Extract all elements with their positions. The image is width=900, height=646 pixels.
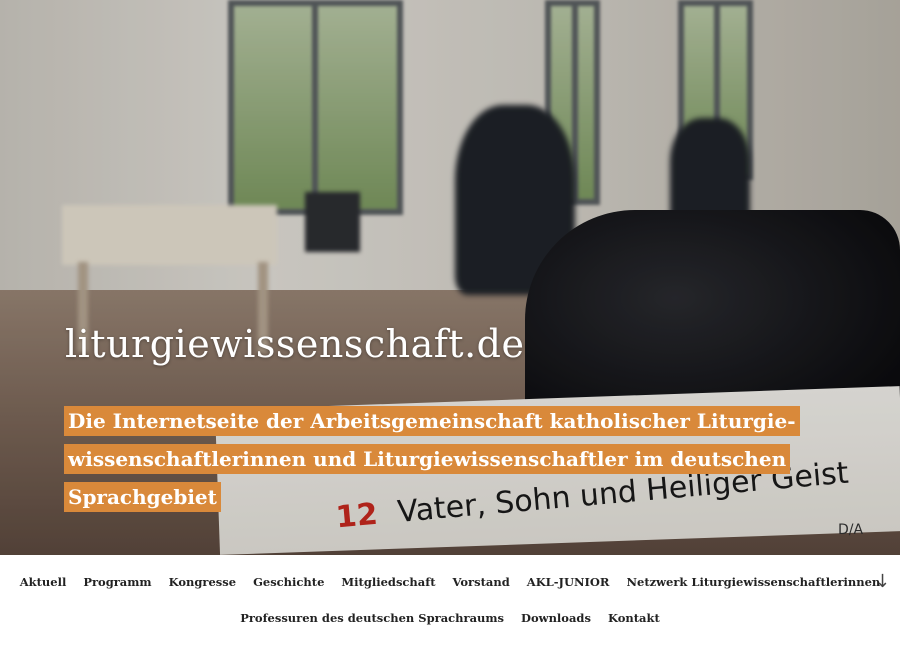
nav-item-downloads[interactable]: Downloads xyxy=(521,611,591,625)
nav-item-akl-junior[interactable]: AKL-JUNIOR xyxy=(527,575,610,589)
nav-row-2: Professuren des deutschen Sprachraums Do… xyxy=(0,611,900,625)
nav-item-professuren[interactable]: Professuren des deutschen Sprachraums xyxy=(240,611,504,625)
nav-item-programm[interactable]: Programm xyxy=(83,575,151,589)
nav-item-kontakt[interactable]: Kontakt xyxy=(608,611,660,625)
main-navigation: Aktuell Programm Kongresse Geschichte Mi… xyxy=(0,555,900,646)
nav-item-mitgliedschaft[interactable]: Mitgliedschaft xyxy=(341,575,435,589)
arrow-down-icon[interactable]: ↓ xyxy=(875,571,890,592)
nav-item-geschichte[interactable]: Geschichte xyxy=(253,575,324,589)
nav-item-aktuell[interactable]: Aktuell xyxy=(20,575,67,589)
nav-item-netzwerk[interactable]: Netzwerk Liturgiewissenschaftlerinnen xyxy=(626,575,880,589)
site-tagline: Die Internetseite der Arbeitsgemeinschaf… xyxy=(64,402,824,516)
site-title[interactable]: liturgiewissenschaft.de xyxy=(65,322,524,366)
nav-item-vorstand[interactable]: Vorstand xyxy=(453,575,510,589)
nav-item-kongresse[interactable]: Kongresse xyxy=(169,575,236,589)
site-tagline-text: Die Internetseite der Arbeitsgemeinschaf… xyxy=(64,406,800,512)
nav-row-1: Aktuell Programm Kongresse Geschichte Mi… xyxy=(0,575,900,589)
hero-banner: 12 Vater, Sohn und Heiliger Geist D/A lit… xyxy=(0,0,900,555)
